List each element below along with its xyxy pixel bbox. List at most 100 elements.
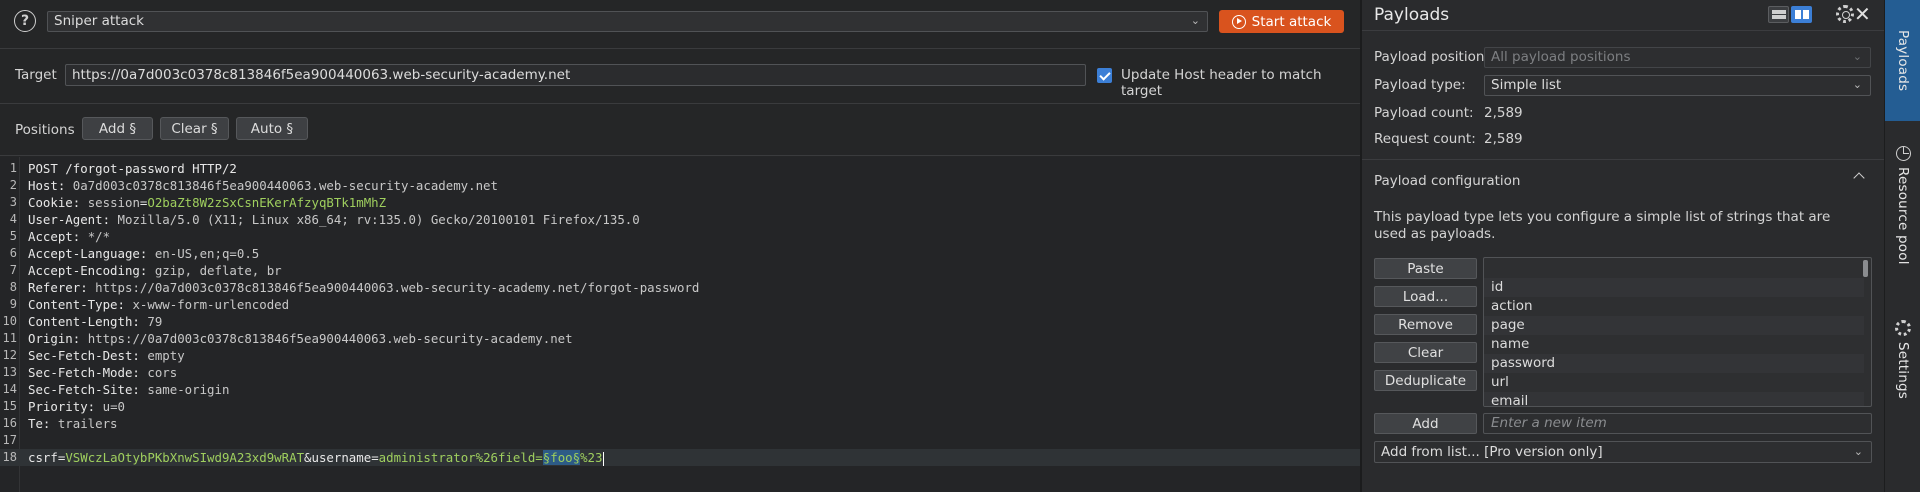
load-button[interactable]: Load... [1374, 286, 1477, 307]
payload-marker: §foo§ [542, 450, 581, 465]
line-number: 9 [9, 297, 17, 311]
list-item[interactable]: page [1484, 316, 1864, 335]
request-line: 12 Sec-Fetch-Dest: empty [0, 347, 1360, 364]
add-item-button[interactable]: Add [1374, 413, 1477, 434]
line-content: Host: 0a7d003c0378c813846f5ea900440063.w… [28, 177, 498, 194]
request-line: 8 Referer: https://0a7d003c0378c813846f5e… [0, 279, 1360, 296]
cookie-name: session [87, 195, 140, 210]
line-number: 5 [9, 229, 17, 243]
header-value: 0a7d003c0378c813846f5ea900440063.web-sec… [72, 178, 498, 193]
tab-resource-pool-label: Resource pool [1895, 167, 1911, 265]
target-url-input[interactable]: https://0a7d003c0378c813846f5ea900440063… [65, 64, 1086, 86]
line-content: Sec-Fetch-Dest: empty [28, 347, 185, 364]
header-value: https://0a7d003c0378c813846f5ea900440063… [87, 331, 573, 346]
header-value: Mozilla/5.0 (X11; Linux x86_64; rv:135.0… [117, 212, 640, 227]
tab-payloads[interactable]: Payloads [1885, 0, 1920, 121]
deduplicate-button[interactable]: Deduplicate [1374, 370, 1477, 391]
line-number: 14 [2, 382, 17, 396]
line-content: Accept-Language: en-US,en;q=0.5 [28, 245, 259, 262]
panel-title: Payloads [1374, 5, 1450, 25]
line-number: 3 [9, 195, 17, 209]
attack-type-select[interactable]: Sniper attack ⌄ [47, 11, 1208, 32]
line-number: 7 [9, 263, 17, 277]
line-number: 8 [9, 280, 17, 294]
payload-type-label: Payload type: [1374, 77, 1466, 93]
request-editor[interactable]: 1 POST /forgot-password HTTP/2 2 Host: 0a7d… [0, 157, 1360, 492]
request-line: 18 csrf = VSWczLaOtybPKbXnwSIwd9A23xd9wRAT&… [0, 449, 1360, 466]
layout-vertical-icon[interactable] [1791, 6, 1812, 23]
request-line: 6 Accept-Language: en-US,en;q=0.5 [0, 245, 1360, 262]
request-count-value: 2,589 [1484, 131, 1523, 147]
tab-settings-label: Settings [1895, 342, 1911, 399]
clear-markers-button[interactable]: Clear § [160, 117, 229, 140]
attack-type-value: Sniper attack [54, 13, 144, 29]
header-value: gzip, deflate, br [154, 263, 282, 278]
header-value: trailers [57, 416, 118, 431]
payload-type-value: Simple list [1491, 77, 1562, 93]
divider [0, 103, 1360, 104]
add-from-list-select[interactable]: Add from list... [Pro version only] ⌄ [1374, 441, 1872, 463]
line-content: Priority: u=0 [28, 398, 125, 415]
header-name: Accept-Encoding: [28, 263, 155, 278]
tab-payloads-label: Payloads [1895, 29, 1911, 92]
request-line: 3 Cookie: session=O2baZt8W2zSxCsnEKerAfzy… [0, 194, 1360, 211]
line-content: Te: trailers [28, 415, 118, 432]
chevron-down-icon: ⌄ [1852, 50, 1862, 63]
header-value: empty [147, 348, 185, 363]
header-value: 79 [147, 314, 163, 329]
line-number: 15 [2, 399, 17, 413]
intruder-main-pane: ? Sniper attack ⌄ Start attack Target ht… [0, 0, 1360, 492]
header-name: Cookie: [28, 195, 88, 210]
param-value: VSWczLaOtybPKbXnwSIwd9A23xd9wRAT [65, 450, 305, 465]
list-item[interactable]: id [1484, 278, 1864, 297]
help-icon[interactable]: ? [14, 10, 36, 32]
tab-resource-pool[interactable]: Resource pool [1885, 146, 1920, 284]
line-number: 10 [2, 314, 17, 328]
divider [1362, 30, 1884, 31]
line-content: Content-Length: 79 [28, 313, 162, 330]
line-content: Referer: https://0a7d003c0378c813846f5ea… [28, 279, 699, 296]
line-number: 12 [2, 348, 17, 362]
play-icon [1231, 14, 1246, 29]
line-number: 6 [9, 246, 17, 260]
layout-horizontal-icon[interactable] [1768, 6, 1789, 23]
list-item[interactable]: url [1484, 373, 1864, 392]
add-marker-button[interactable]: Add § [82, 117, 153, 140]
chevron-up-icon[interactable] [1851, 168, 1867, 184]
list-item[interactable] [1484, 259, 1864, 278]
ampersand: & [304, 450, 312, 465]
paste-button[interactable]: Paste [1374, 258, 1477, 279]
payload-list[interactable]: id action page name password url email [1483, 257, 1872, 407]
request-line: 5 Accept: */* [0, 228, 1360, 245]
auto-markers-button[interactable]: Auto § [236, 117, 308, 140]
remove-button[interactable]: Remove [1374, 314, 1477, 335]
gear-icon [1895, 320, 1911, 336]
chevron-down-icon: ⌄ [1190, 14, 1200, 27]
payload-type-select[interactable]: Simple list ⌄ [1484, 75, 1871, 96]
request-count-label: Request count: [1374, 131, 1476, 147]
header-name: Content-Type: [28, 297, 133, 312]
new-item-input[interactable]: Enter a new item [1483, 413, 1872, 434]
list-item[interactable]: action [1484, 297, 1864, 316]
request-line: 14 Sec-Fetch-Site: same-origin [0, 381, 1360, 398]
attack-toolbar: ? Sniper attack ⌄ Start attack [0, 0, 1360, 43]
list-item[interactable]: password [1484, 354, 1864, 373]
request-line: 9 Content-Type: x-www-form-urlencoded [0, 296, 1360, 313]
clear-button[interactable]: Clear [1374, 342, 1477, 363]
tab-settings[interactable]: Settings [1885, 320, 1920, 415]
start-attack-button[interactable]: Start attack [1219, 10, 1344, 33]
update-host-checkbox[interactable] [1097, 68, 1112, 83]
payload-count-value: 2,589 [1484, 105, 1523, 121]
line-content: Accept-Encoding: gzip, deflate, br [28, 262, 282, 279]
header-value: x-www-form-urlencoded [132, 297, 290, 312]
gear-icon[interactable] [1836, 5, 1854, 23]
header-value: en-US,en;q=0.5 [154, 246, 260, 261]
list-item[interactable]: name [1484, 335, 1864, 354]
header-name: Content-Length: [28, 314, 148, 329]
payload-config-title: Payload configuration [1374, 173, 1521, 189]
param-value: %23 [580, 450, 603, 465]
divider [0, 48, 1360, 49]
close-icon[interactable]: ✕ [1854, 4, 1871, 24]
list-item[interactable]: email [1484, 392, 1864, 406]
line-content: Sec-Fetch-Site: same-origin [28, 381, 229, 398]
